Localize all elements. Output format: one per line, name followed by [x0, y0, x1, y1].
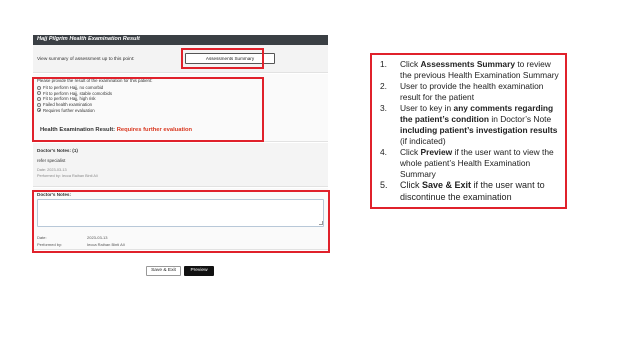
instruction-number: 1.: [380, 59, 387, 69]
radio-button-selected[interactable]: [37, 108, 41, 113]
instruction-number: 3.: [380, 103, 387, 113]
health-examination-result: Health Examination Result: Requires furt…: [40, 127, 192, 133]
preview-button[interactable]: Preview: [184, 266, 214, 276]
summary-section: View summary of assessment up to this po…: [33, 45, 328, 73]
instruction-text: in Doctor’s Note: [489, 114, 552, 124]
form-title-bar: Hajj Pilgrim Health Examination Result: [33, 35, 328, 45]
result-label: Health Examination Result:: [40, 127, 116, 133]
instruction-text: Click: [400, 59, 421, 69]
doctor-notes-textarea[interactable]: [37, 199, 324, 227]
instructions-list: 1. Click Assessments Summary to review t…: [378, 59, 563, 203]
summary-label: View summary of assessment up to this po…: [37, 57, 135, 62]
radio-button[interactable]: [37, 102, 41, 107]
instruction-bold: including patient’s investigation result…: [400, 125, 558, 135]
result-prompt: Please provide the result of the examina…: [37, 78, 153, 83]
resize-grip-icon[interactable]: [319, 221, 323, 225]
note-date: Date: 2023-03-13: [37, 168, 67, 172]
instruction-bold: Preview: [420, 147, 453, 157]
radio-button[interactable]: [37, 91, 41, 96]
date-label: Date:: [37, 235, 47, 240]
instruction-text: (if indicated): [400, 136, 446, 146]
result-option-label: Failed health examination: [43, 102, 92, 108]
instruction-item: 2. User to provide the health examinatio…: [378, 81, 563, 103]
result-options: Fit to perform Hajj, no comorbid Fit to …: [37, 85, 112, 113]
instruction-bold: Assessments Summary: [420, 59, 515, 69]
result-option[interactable]: Fit to perform Hajj, stable comorbids: [37, 91, 112, 97]
result-option-label: Fit to perform Hajj, high risk: [43, 96, 96, 102]
performed-by-value: Iecca Raihan Binti Ali: [87, 242, 125, 247]
instruction-number: 5.: [380, 180, 388, 190]
instruction-number: 2.: [380, 81, 387, 91]
instruction-bold: Save & Exit: [422, 180, 472, 190]
note-text: refer specialist: [37, 158, 66, 163]
instruction-item: 1. Click Assessments Summary to review t…: [378, 59, 563, 81]
instruction-text: Click: [400, 147, 421, 157]
performed-by-label: Performed by:: [37, 242, 63, 247]
assessments-summary-button[interactable]: Assessments Summary: [185, 53, 275, 64]
form-title: Hajj Pilgrim Health Examination Result: [37, 36, 140, 42]
doctor-notes-input-section: Doctor's Notes: Date: 2023-03-13 Perform…: [33, 188, 328, 250]
instruction-text: User to provide the health examination r…: [400, 81, 544, 102]
instructions-box: 1. Click Assessments Summary to review t…: [370, 53, 567, 209]
note-performed-by: Performed by: Iecca Raihan Binti Ali: [37, 174, 98, 178]
instruction-item: 4. Click Preview if the user want to vie…: [378, 147, 563, 180]
date-value: 2023-03-13: [87, 235, 108, 240]
instruction-item: 3. User to key in any comments regarding…: [378, 103, 563, 147]
result-option[interactable]: Fit to perform Hajj, no comorbid: [37, 85, 112, 91]
radio-button[interactable]: [37, 96, 41, 101]
instruction-text: User to key in: [400, 103, 454, 113]
instruction-number: 4.: [380, 147, 387, 157]
instruction-text: Click: [400, 180, 422, 190]
result-option-label: Fit to perform Hajj, no comorbid: [43, 85, 104, 91]
result-section: Please provide the result of the examina…: [33, 74, 328, 142]
result-value: Requires further evaluation: [116, 127, 193, 133]
result-option-label: Fit to perform Hajj, stable comorbids: [43, 90, 113, 96]
doctor-notes-heading: Doctor's Notes:: [37, 192, 72, 197]
health-examination-form: Hajj Pilgrim Health Examination Result V…: [33, 35, 328, 280]
result-option[interactable]: Requires further evaluation: [37, 107, 112, 113]
previous-notes-section: Doctor's Notes: (1) refer specialist Dat…: [33, 143, 328, 187]
notes-heading: Doctor's Notes: (1): [37, 148, 78, 153]
instruction-item: 5. Click Save & Exit if the user want to…: [378, 180, 563, 203]
radio-button[interactable]: [37, 85, 41, 90]
result-option-label: Requires further evaluation: [43, 107, 95, 113]
save-exit-button[interactable]: Save & Exit: [146, 266, 181, 276]
